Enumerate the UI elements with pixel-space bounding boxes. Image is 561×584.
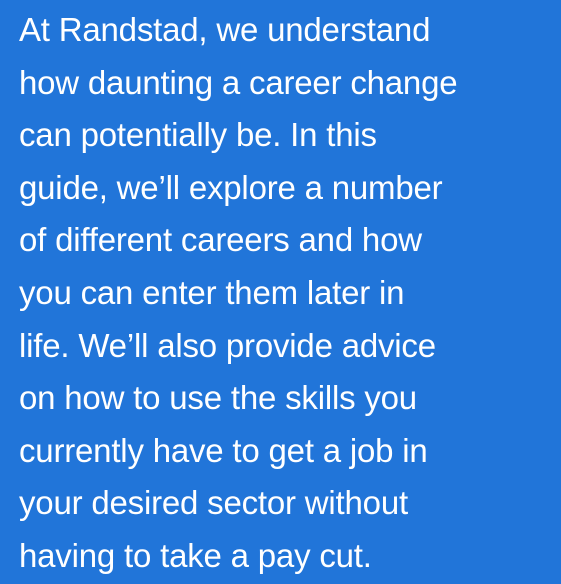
intro-line: can potentially be. In this [19,116,377,154]
intro-line: guide, we’ll explore a number [19,168,443,206]
intro-line: currently have to get a job in [19,431,428,469]
intro-line: you can enter them later in [19,273,405,311]
intro-paragraph: At Randstad, we understand how daunting … [19,4,559,583]
intro-line: how daunting a career change [19,63,458,101]
intro-line: having to take a pay cut. [19,536,372,574]
intro-line: life. We’ll also provide advice [19,326,436,364]
intro-line: of different careers and how [19,221,422,259]
intro-line: At Randstad, we understand [19,11,431,48]
intro-line: your desired sector without [19,484,408,522]
intro-line: on how to use the skills you [19,379,417,417]
